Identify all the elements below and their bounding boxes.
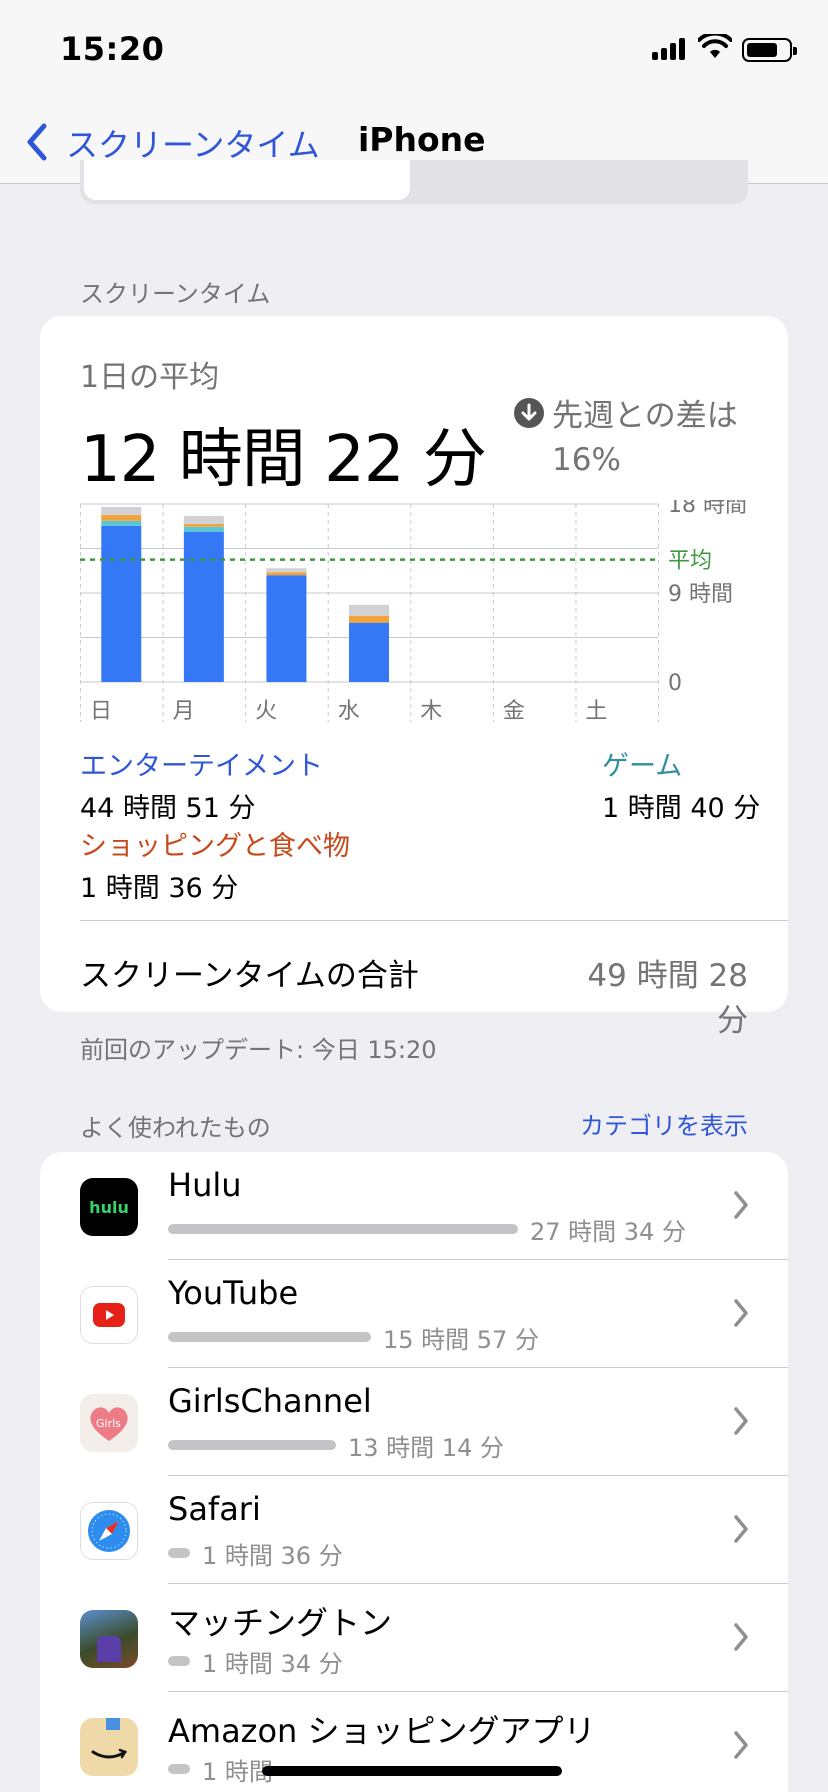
weekly-diff-text: 先週との差は 16%: [552, 398, 738, 478]
chevron-right-icon: [734, 1299, 748, 1327]
day-label: 日: [90, 699, 112, 724]
bar-0-ゲーム: [101, 520, 142, 526]
bar-1-ショッピングと食べ物: [183, 523, 224, 527]
wifi-icon: [697, 31, 733, 64]
bar-3-その他: [349, 604, 389, 616]
app-name: マッチングトン: [168, 1604, 393, 1642]
chevron-right-icon: [734, 1515, 748, 1543]
day-label: 水: [338, 699, 360, 724]
y-tick-label: 0: [668, 671, 682, 696]
svg-text:Girls: Girls: [96, 1417, 121, 1430]
bar-1-エンターテイメント: [183, 531, 224, 682]
matchington-icon: [80, 1610, 138, 1668]
y-tick-label: 9 時間: [668, 582, 733, 607]
chevron-right-icon: [734, 1191, 748, 1219]
app-duration: 27 時間 34 分: [530, 1218, 686, 1246]
daily-average-value: 12 時間 22 分: [80, 423, 487, 497]
category-entertainment-label: エンターテイメント: [80, 751, 323, 782]
bar-2-エンターテイメント: [266, 575, 307, 682]
app-name: Amazon ショッピングアプリ: [168, 1712, 596, 1750]
cellular-signal-icon: [652, 38, 688, 60]
app-duration: 1 時間 36 分: [202, 1542, 343, 1570]
section-header-most-used: よく使われたもの: [80, 1114, 271, 1142]
amazon-icon: [80, 1718, 138, 1776]
category-shopping-value: 1 時間 36 分: [80, 873, 239, 904]
chevron-right-icon: [734, 1407, 748, 1435]
usage-bar: [168, 1332, 371, 1342]
app-name: YouTube: [168, 1274, 299, 1312]
day-label: 木: [420, 699, 442, 724]
bar-0-ショッピングと食べ物: [101, 514, 142, 521]
app-duration: 13 時間 14 分: [348, 1434, 504, 1462]
category-games-label: ゲーム: [602, 751, 683, 782]
status-time: 15:20: [60, 30, 165, 68]
app-row[interactable]: hulu Hulu 27 時間 34 分: [40, 1152, 788, 1260]
bar-0-エンターテイメント: [101, 525, 142, 682]
app-name: Hulu: [168, 1166, 242, 1204]
page-title: iPhone: [358, 120, 486, 159]
show-categories-link[interactable]: カテゴリを表示: [560, 1106, 748, 1141]
daily-usage-chart[interactable]: 日 月 火 水 木 金 土 平均 18 時間 9 時間 0: [80, 500, 780, 730]
app-name: Safari: [168, 1490, 261, 1528]
category-entertainment-value: 44 時間 51 分: [80, 793, 256, 824]
daily-average-label: 1日の平均: [80, 360, 220, 395]
usage-bar: [168, 1764, 190, 1774]
usage-bar: [168, 1440, 336, 1450]
app-row[interactable]: Amazon ショッピングアプリ 1 時間: [40, 1692, 788, 1792]
total-screen-time-value: 49 時間 28 分: [587, 958, 748, 1039]
home-indicator[interactable]: [262, 1766, 562, 1776]
app-row[interactable]: Girls GirlsChannel 13 時間 14 分: [40, 1368, 788, 1476]
bar-1-その他: [183, 515, 224, 524]
app-duration: 15 時間 57 分: [383, 1326, 539, 1354]
hulu-icon: hulu: [80, 1178, 138, 1236]
app-duration: 1 時間 34 分: [202, 1650, 343, 1678]
usage-bar: [168, 1656, 190, 1666]
day-label: 土: [585, 699, 607, 724]
average-label: 平均: [668, 549, 712, 574]
youtube-icon: [80, 1286, 138, 1344]
day-label: 火: [255, 699, 277, 724]
battery-icon: [742, 38, 797, 62]
bar-1-ゲーム: [183, 526, 224, 532]
usage-bar: [168, 1548, 190, 1558]
period-segmented-control[interactable]: [80, 160, 748, 204]
category-shopping-label: ショッピングと食べ物: [80, 831, 350, 862]
day-label: 月: [173, 699, 195, 724]
chevron-right-icon: [734, 1623, 748, 1651]
last-updated-text: 前回のアップデート: 今日 15:20: [80, 1036, 437, 1064]
chevron-right-icon: [734, 1731, 748, 1759]
safari-icon: [80, 1502, 138, 1560]
total-screen-time-label: スクリーンタイムの合計: [80, 958, 419, 994]
app-row[interactable]: Safari 1 時間 36 分: [40, 1476, 788, 1584]
bar-3-エンターテイメント: [349, 622, 389, 682]
bar-2-ショッピングと食べ物: [266, 572, 307, 576]
app-row[interactable]: YouTube 15 時間 57 分: [40, 1260, 788, 1368]
usage-bar: [168, 1224, 518, 1234]
app-name: GirlsChannel: [168, 1382, 372, 1420]
divider: [80, 920, 788, 921]
y-tick-label: 18 時間: [668, 500, 747, 518]
girlschannel-icon: Girls: [80, 1394, 138, 1452]
back-chevron-icon[interactable]: [24, 122, 48, 162]
arrow-down-circle-icon: [514, 398, 544, 428]
bar-0-その他: [101, 506, 142, 515]
category-games-value: 1 時間 40 分: [602, 793, 761, 824]
section-header-screen-time: スクリーンタイム: [80, 280, 271, 308]
segment-selected[interactable]: [84, 160, 410, 200]
bar-3-ショッピングと食べ物: [349, 615, 389, 623]
day-label: 金: [503, 699, 525, 724]
app-row[interactable]: マッチングトン 1 時間 34 分: [40, 1584, 788, 1692]
bar-2-その他: [266, 568, 307, 573]
